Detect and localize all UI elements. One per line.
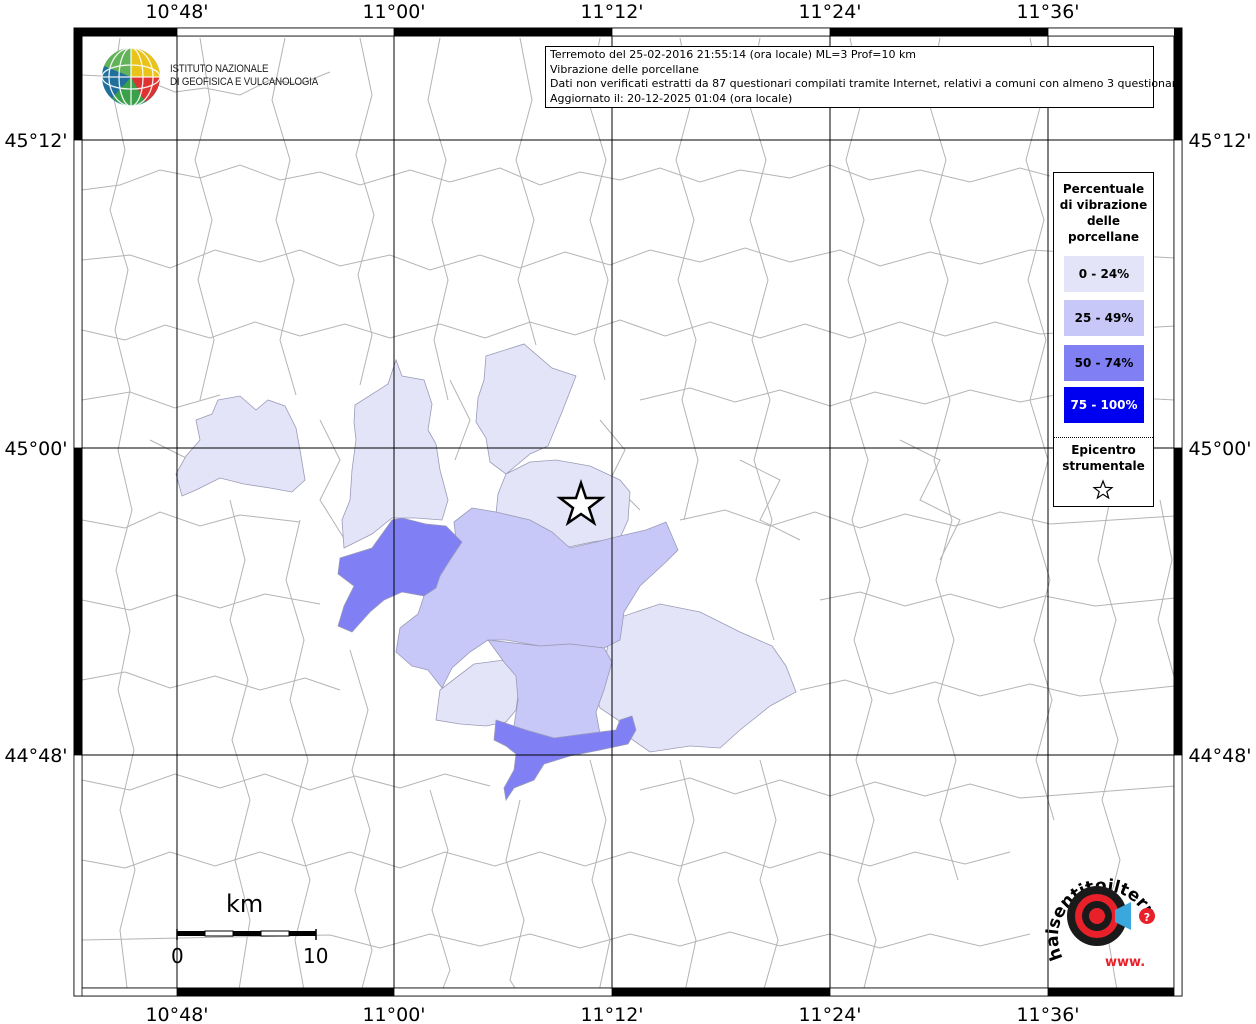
tick-label: 11°36' — [1016, 1, 1079, 23]
tick-label: 45°00' — [1188, 438, 1251, 460]
globe-icon — [101, 47, 161, 107]
tick-label: 45°12' — [4, 130, 67, 152]
tick-label: 45°00' — [4, 438, 67, 460]
legend-item-0-24: 0 - 24% — [1064, 256, 1144, 292]
scale-end: 10 — [303, 944, 329, 968]
tick-label: 11°36' — [1016, 1004, 1079, 1024]
event-title: Terremoto del 25-02-2016 21:55:14 (ora l… — [550, 48, 917, 61]
tick-label: 44°48' — [4, 745, 67, 767]
tick-label: 45°12' — [1188, 130, 1251, 152]
legend-epicenter-label: Epicentro strumentale — [1054, 442, 1153, 474]
event-data-note: Dati non verificati estratti da 87 quest… — [550, 77, 1183, 90]
legend: Percentuale di vibrazione delle porcella… — [1053, 172, 1154, 507]
svg-text:?: ? — [1144, 911, 1150, 924]
legend-title: Percentuale di vibrazione delle porcella… — [1054, 181, 1153, 245]
legend-item-25-49: 25 - 49% — [1064, 300, 1144, 336]
legend-title-line: Percentuale — [1062, 182, 1145, 196]
event-info-box: Terremoto del 25-02-2016 21:55:14 (ora l… — [545, 46, 1183, 108]
ingv-name: ISTITUTO NAZIONALE DI GEOFISICA E VULCAN… — [170, 63, 318, 89]
logo-prefix: www. — [1105, 955, 1145, 970]
legend-title-line: porcellane — [1067, 230, 1139, 244]
tick-label: 10°48' — [145, 1, 208, 23]
tick-label: 11°12' — [580, 1, 643, 23]
legend-item-75-100: 75 - 100% — [1064, 387, 1144, 423]
tick-label: 11°12' — [580, 1004, 643, 1024]
scale-start: 0 — [171, 944, 184, 968]
legend-title-line: delle — [1086, 214, 1121, 228]
tick-label: 11°24' — [798, 1, 861, 23]
legend-epicenter-line: strumentale — [1062, 459, 1145, 473]
scale-unit: km — [226, 890, 264, 918]
legend-title-line: di vibrazione — [1059, 198, 1148, 212]
tick-label: 11°00' — [362, 1, 425, 23]
legend-epicenter-line: Epicentro — [1071, 443, 1136, 457]
haisentito-logo: haisentitoilterremoto.it ? www. — [1035, 858, 1159, 970]
event-updated: Aggiornato il: 20-12-2025 01:04 (ora loc… — [550, 91, 793, 105]
ingv-name-line2: DI GEOFISICA E VULCANOLOGIA — [170, 76, 319, 88]
tick-label: 11°00' — [362, 1004, 425, 1024]
tick-label: 10°48' — [145, 1004, 208, 1024]
tick-label: 44°48' — [1188, 745, 1251, 767]
legend-separator — [1054, 437, 1153, 438]
epicenter-star-icon — [1092, 479, 1114, 500]
tick-label: 11°24' — [798, 1004, 861, 1024]
ingv-name-line1: ISTITUTO NAZIONALE — [170, 63, 269, 75]
event-parameter: Vibrazione delle porcellane — [550, 62, 699, 76]
legend-item-50-74: 50 - 74% — [1064, 345, 1144, 381]
